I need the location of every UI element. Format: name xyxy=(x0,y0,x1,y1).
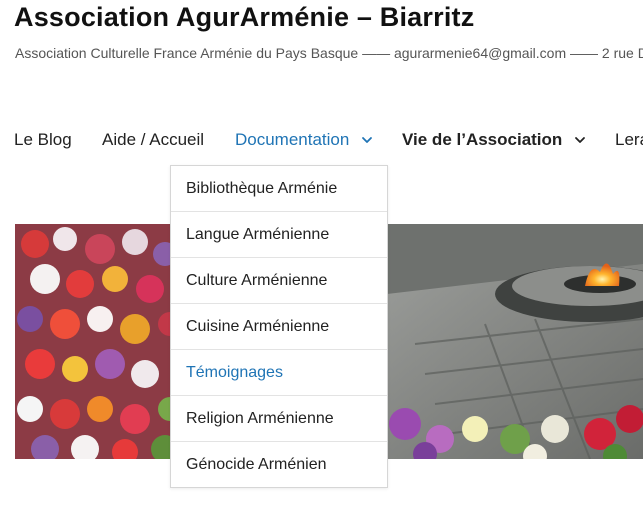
menu-item-temoignages[interactable]: Témoignages xyxy=(171,350,387,396)
documentation-dropdown-menu: Bibliothèque Arménie Langue Arménienne C… xyxy=(170,165,388,488)
page: Association AgurArménie – Biarritz Assoc… xyxy=(0,0,643,505)
site-tagline: Association Culturelle France Arménie du… xyxy=(15,45,643,61)
chevron-down-icon[interactable] xyxy=(574,134,586,146)
nav-item-lera[interactable]: Lera xyxy=(615,130,643,150)
nav-item-aide-accueil[interactable]: Aide / Accueil xyxy=(102,130,204,150)
main-navigation: Le Blog Aide / Accueil Documentation Vie… xyxy=(0,130,643,158)
menu-item-culture[interactable]: Culture Arménienne xyxy=(171,258,387,304)
nav-item-label: Lera xyxy=(615,130,643,149)
nav-item-label: Aide / Accueil xyxy=(102,130,205,149)
menu-item-langue[interactable]: Langue Arménienne xyxy=(171,212,387,258)
menu-item-cuisine[interactable]: Cuisine Arménienne xyxy=(171,304,387,350)
nav-item-documentation[interactable]: Documentation xyxy=(235,130,373,150)
menu-item-religion[interactable]: Religion Arménienne xyxy=(171,396,387,442)
menu-item-genocide[interactable]: Génocide Arménien xyxy=(171,442,387,487)
site-title[interactable]: Association AgurArménie – Biarritz xyxy=(14,2,474,33)
menu-item-bibliotheque[interactable]: Bibliothèque Arménie xyxy=(171,166,387,212)
nav-item-le-blog[interactable]: Le Blog xyxy=(14,130,72,150)
nav-item-label: Documentation xyxy=(235,130,350,149)
nav-item-label: Vie de l’Association xyxy=(402,130,563,149)
chevron-down-icon[interactable] xyxy=(361,134,373,146)
nav-item-label: Le Blog xyxy=(14,130,72,149)
nav-item-vie-association[interactable]: Vie de l’Association xyxy=(402,130,586,150)
